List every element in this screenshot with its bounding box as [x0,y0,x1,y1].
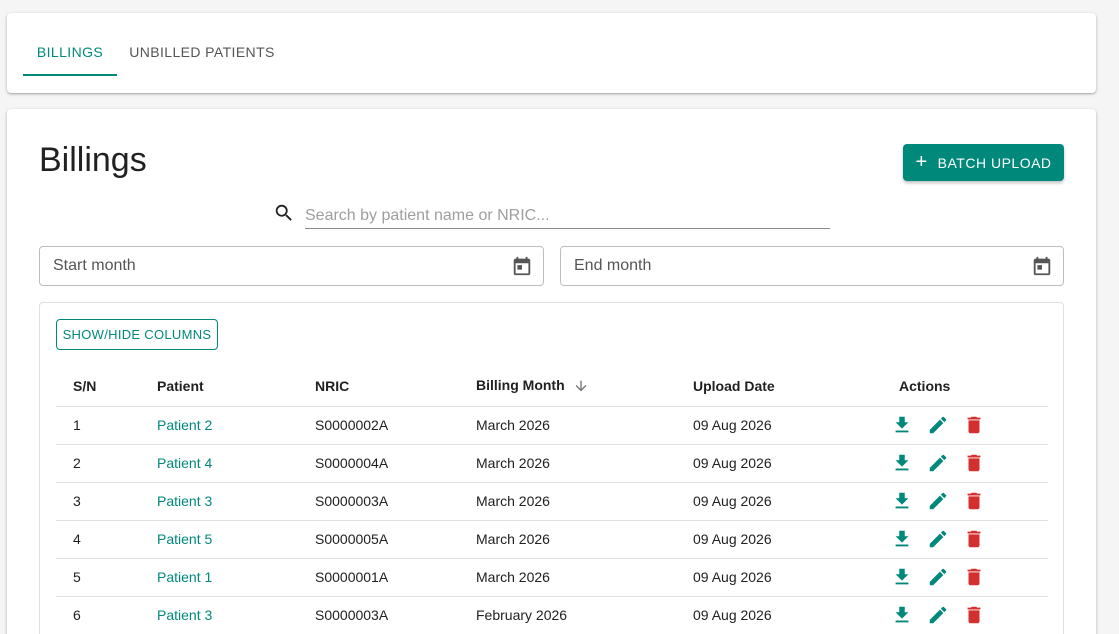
delete-icon[interactable] [963,452,985,474]
cell-patient: Patient 1 [157,558,315,597]
end-month-field [560,246,1064,286]
cell-upload-date: 09 Aug 2026 [693,558,883,597]
table-row: 2 Patient 4 S0000004A March 2026 09 Aug … [56,444,1048,483]
page-title: Billings [39,141,147,179]
edit-icon[interactable] [927,490,949,512]
patient-link[interactable]: Patient 3 [157,493,212,509]
edit-icon[interactable] [927,566,949,588]
edit-icon[interactable] [927,414,949,436]
cell-upload-date: 09 Aug 2026 [693,596,883,634]
patient-link[interactable]: Patient 3 [157,607,212,623]
cell-actions [883,444,1048,483]
cell-actions [883,482,1048,521]
edit-icon[interactable] [927,604,949,626]
cell-billing-month: March 2026 [476,520,693,559]
patient-link[interactable]: Patient 5 [157,531,212,547]
cell-nric: S0000002A [315,406,476,445]
cell-nric: S0000001A [315,558,476,597]
billings-panel: Billings + BATCH UPLOAD SHOW/HIDE COLUMN… [7,109,1096,634]
cell-sn: 4 [56,520,157,559]
tab-unbilled-patients[interactable]: UNBILLED PATIENTS [124,13,280,90]
tabs-bar: BILLINGS UNBILLED PATIENTS [7,13,1096,93]
cell-patient: Patient 3 [157,482,315,521]
cell-actions [883,406,1048,445]
search-icon [275,204,292,221]
active-tab-indicator [23,74,117,76]
cell-sn: 6 [56,596,157,634]
delete-icon[interactable] [963,528,985,550]
cell-sn: 2 [56,444,157,483]
cell-patient: Patient 4 [157,444,315,483]
download-icon[interactable] [891,604,913,626]
cell-patient: Patient 3 [157,596,315,634]
delete-icon[interactable] [963,566,985,588]
download-icon[interactable] [891,490,913,512]
cell-upload-date: 09 Aug 2026 [693,444,883,483]
patient-link[interactable]: Patient 4 [157,455,212,471]
start-month-field [39,246,544,286]
cell-patient: Patient 5 [157,520,315,559]
download-icon[interactable] [891,528,913,550]
cell-upload-date: 09 Aug 2026 [693,482,883,521]
cell-billing-month: March 2026 [476,558,693,597]
delete-icon[interactable] [963,414,985,436]
cell-upload-date: 09 Aug 2026 [693,406,883,445]
cell-nric: S0000003A [315,482,476,521]
billings-table-container: SHOW/HIDE COLUMNS S/N Patient NRIC Billi… [39,302,1064,634]
arrow-down-icon[interactable] [573,378,589,394]
cell-actions [883,558,1048,597]
cell-actions [883,596,1048,634]
start-month-input[interactable] [53,247,473,285]
cell-sn: 3 [56,482,157,521]
table-row: 3 Patient 3 S0000003A March 2026 09 Aug … [56,482,1048,521]
batch-upload-label: BATCH UPLOAD [937,154,1052,171]
edit-icon[interactable] [927,528,949,550]
patient-link[interactable]: Patient 2 [157,417,212,433]
cell-actions [883,520,1048,559]
header-nric[interactable]: NRIC [315,366,476,407]
delete-icon[interactable] [963,490,985,512]
cell-nric: S0000004A [315,444,476,483]
plus-icon: + [915,150,928,173]
edit-icon[interactable] [927,452,949,474]
cell-billing-month: March 2026 [476,482,693,521]
download-icon[interactable] [891,452,913,474]
search-bar [273,199,831,231]
cell-sn: 1 [56,406,157,445]
billings-table: S/N Patient NRIC Billing Month Upload Da… [56,366,1048,634]
cell-upload-date: 09 Aug 2026 [693,520,883,559]
calendar-icon[interactable] [1031,255,1053,277]
cell-patient: Patient 2 [157,406,315,445]
table-row: 6 Patient 3 S0000003A February 2026 09 A… [56,596,1048,634]
cell-billing-month: March 2026 [476,444,693,483]
tab-billings[interactable]: BILLINGS [23,13,117,90]
header-billing-month-label: Billing Month [476,377,565,394]
header-upload-date[interactable]: Upload Date [693,366,883,407]
calendar-icon[interactable] [511,255,533,277]
header-sn[interactable]: S/N [56,366,157,407]
download-icon[interactable] [891,566,913,588]
show-hide-columns-button[interactable]: SHOW/HIDE COLUMNS [56,319,218,350]
end-month-input[interactable] [574,247,994,285]
header-actions: Actions [883,366,1048,407]
batch-upload-button[interactable]: + BATCH UPLOAD [903,144,1064,181]
patient-link[interactable]: Patient 1 [157,569,212,585]
cell-sn: 5 [56,558,157,597]
table-body: 1 Patient 2 S0000002A March 2026 09 Aug … [56,406,1048,634]
cell-nric: S0000005A [315,520,476,559]
table-header-row: S/N Patient NRIC Billing Month Upload Da… [56,366,1048,407]
cell-billing-month: March 2026 [476,406,693,445]
header-patient[interactable]: Patient [157,366,315,407]
table-row: 4 Patient 5 S0000005A March 2026 09 Aug … [56,520,1048,559]
table-row: 5 Patient 1 S0000001A March 2026 09 Aug … [56,558,1048,597]
search-input[interactable] [305,199,830,229]
header-billing-month[interactable]: Billing Month [476,366,693,407]
cell-billing-month: February 2026 [476,596,693,634]
cell-nric: S0000003A [315,596,476,634]
delete-icon[interactable] [963,604,985,626]
table-row: 1 Patient 2 S0000002A March 2026 09 Aug … [56,406,1048,445]
download-icon[interactable] [891,414,913,436]
